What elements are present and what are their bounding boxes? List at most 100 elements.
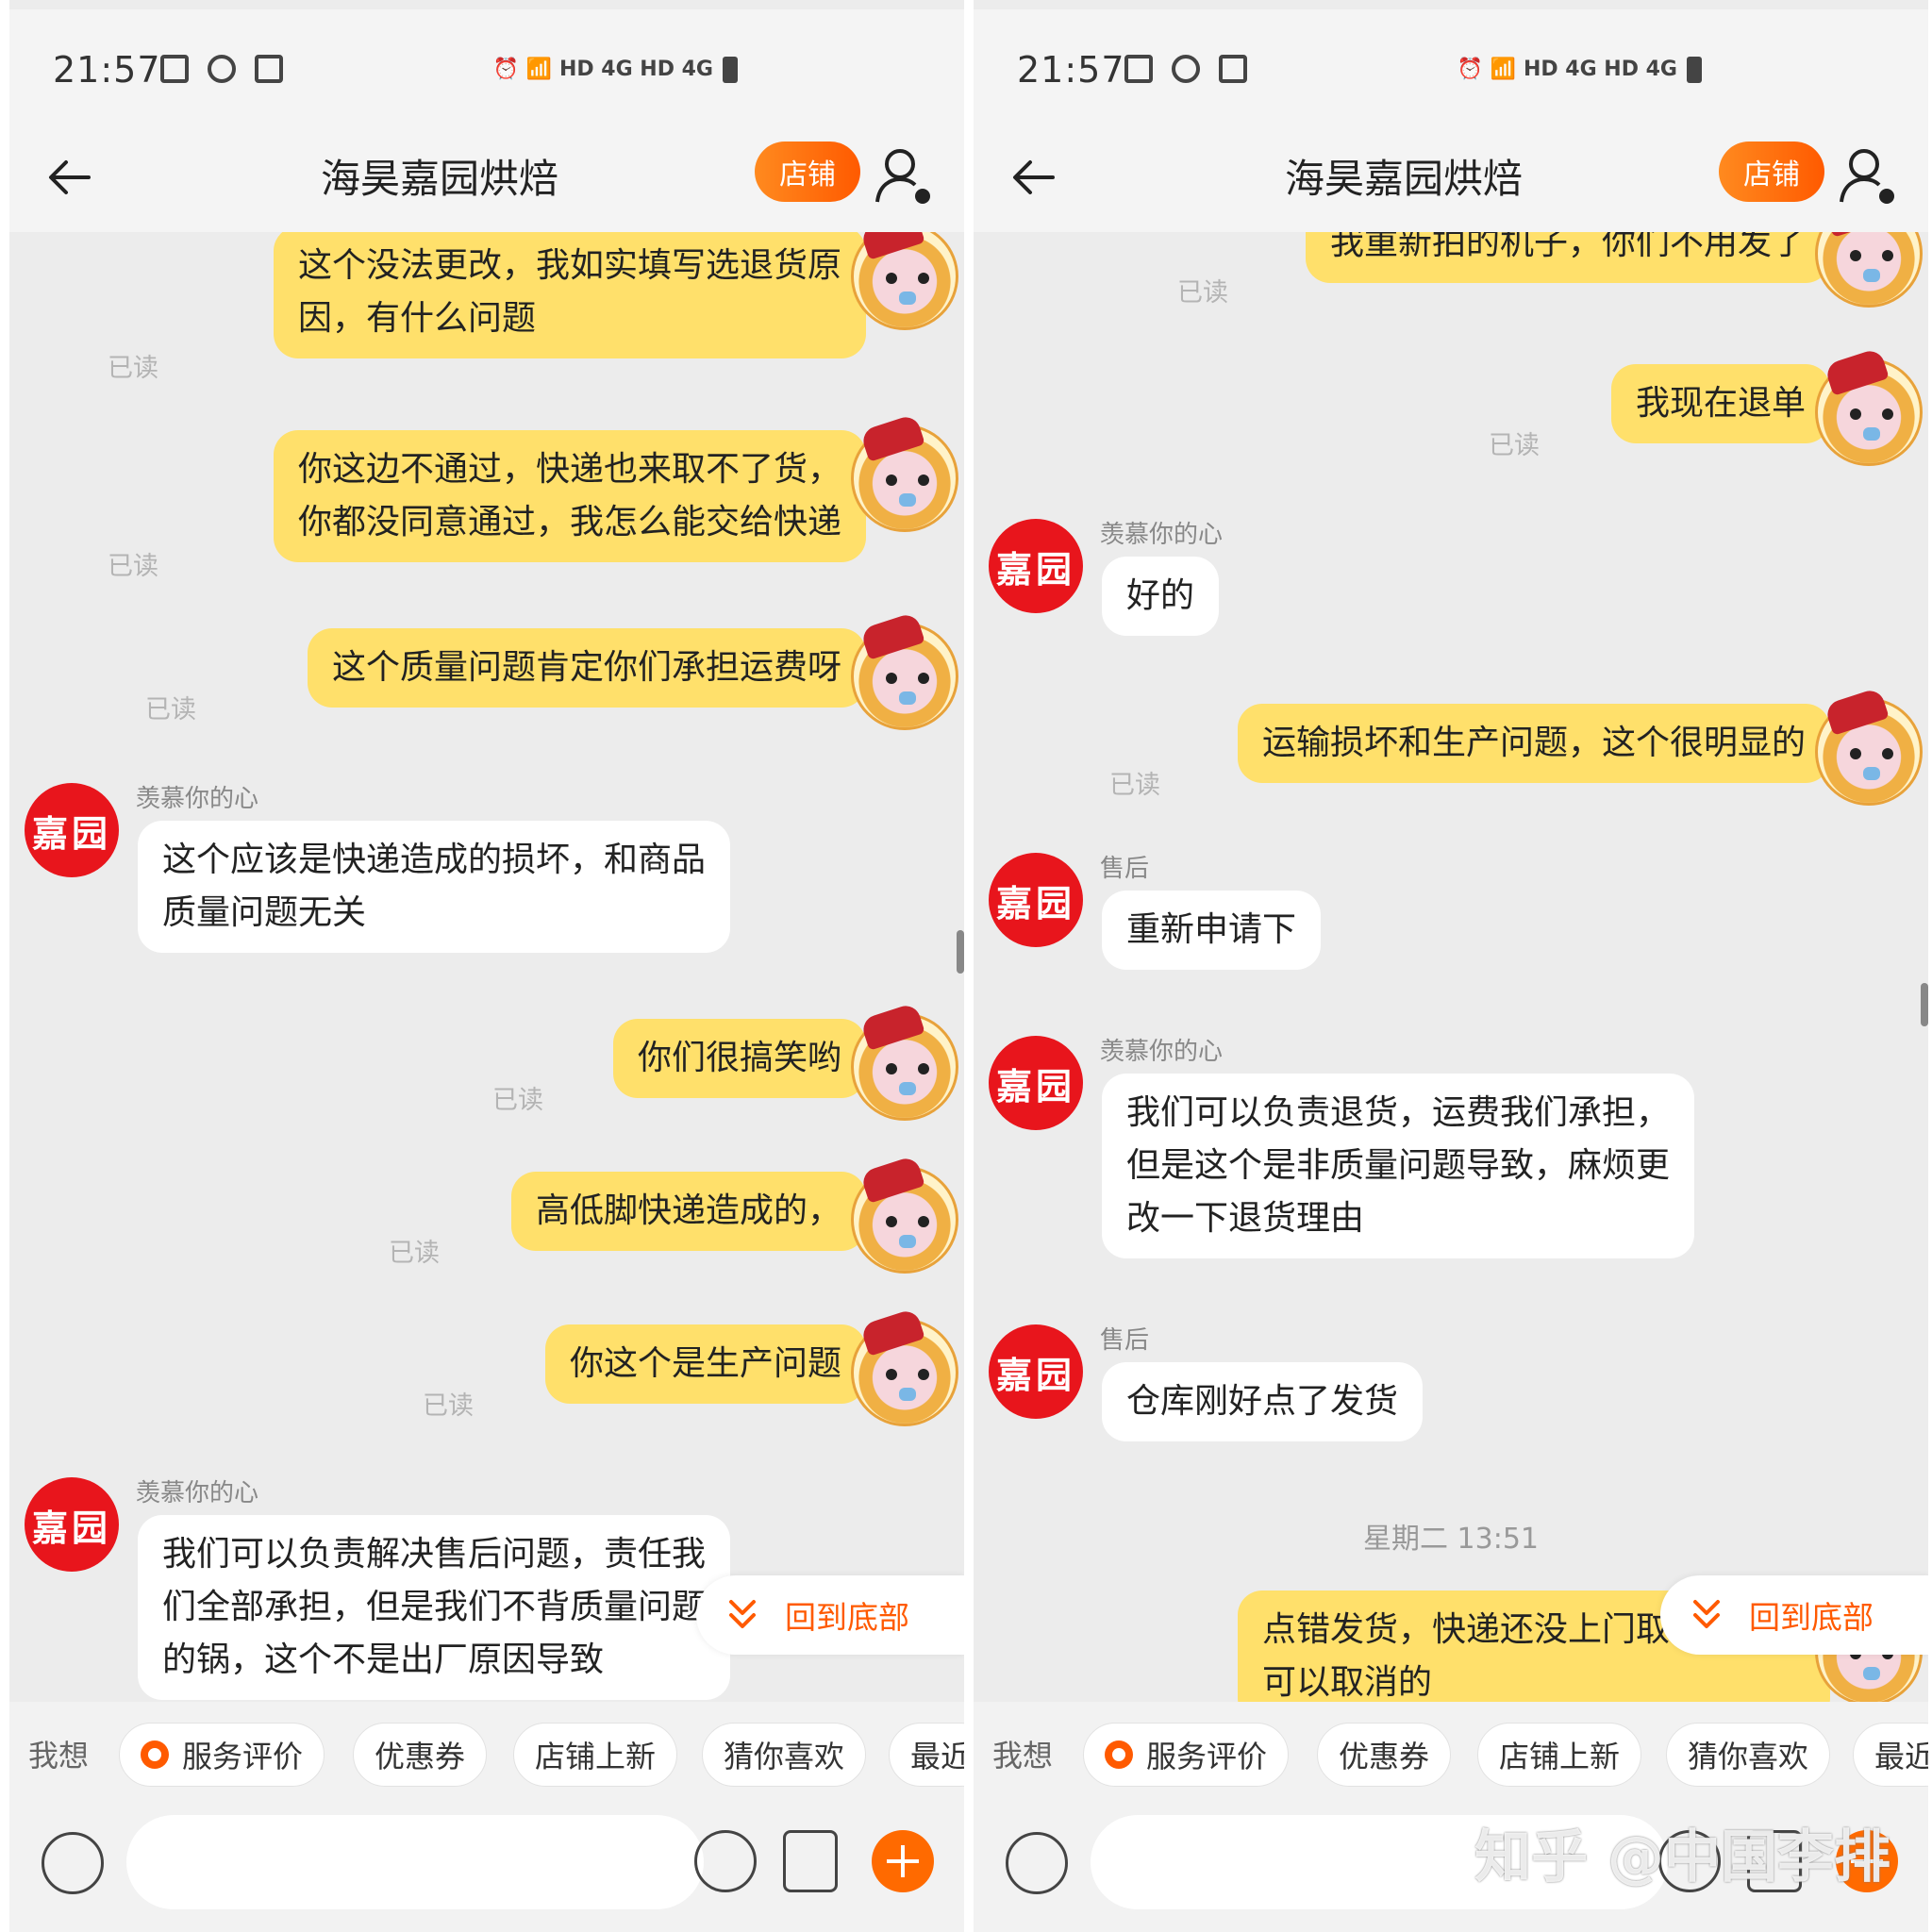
shop-avatar[interactable]: 嘉园 bbox=[25, 783, 119, 877]
status-signal: ⏰ 📶 HD 4G HD 4G bbox=[1457, 57, 1702, 83]
message-bubble-mine[interactable]: 这个没法更改，我如实填写选退货原 因，有什么问题 bbox=[273, 232, 866, 358]
chip-service-rating[interactable]: 服务评价 bbox=[119, 1723, 325, 1787]
chip-coupon[interactable]: 优惠券 bbox=[1317, 1723, 1452, 1787]
message-bubble-theirs[interactable]: 这个应该是快递造成的损坏，和商品 质量问题无关 bbox=[138, 821, 731, 953]
message-text: 的锅，这个不是出厂原因导致 bbox=[162, 1641, 605, 1679]
read-receipt: 已读 bbox=[1177, 278, 1228, 308]
message-bubble-mine[interactable]: 你这个是生产问题 bbox=[544, 1324, 866, 1404]
chat-screen-left: 21:57 ⏰ 📶 HD 4G HD 4G 海昊嘉园烘焙 店铺 已读 这个没法更… bbox=[9, 0, 964, 1932]
read-receipt: 已读 bbox=[423, 1391, 474, 1421]
qq-icon bbox=[1172, 55, 1200, 83]
shop-avatar[interactable]: 嘉园 bbox=[989, 1324, 1083, 1419]
chip-guess-you-like[interactable]: 猜你喜欢 bbox=[702, 1723, 867, 1787]
message-text: 我重新拍的机子，你们不用发了 bbox=[1329, 232, 1806, 262]
chevron-double-down-icon bbox=[1693, 1600, 1720, 1628]
voice-icon[interactable] bbox=[42, 1832, 104, 1894]
battery-icon bbox=[1687, 57, 1702, 83]
scrollbar-thumb[interactable] bbox=[957, 930, 964, 974]
read-receipt: 已读 bbox=[389, 1239, 440, 1268]
input-bar bbox=[9, 1806, 964, 1932]
read-receipt: 已读 bbox=[1489, 431, 1540, 460]
back-to-bottom-button[interactable]: 回到底部 bbox=[696, 1575, 964, 1655]
sender-name: 羡慕你的心 bbox=[1100, 521, 1224, 549]
chip-coupon[interactable]: 优惠券 bbox=[353, 1723, 488, 1787]
shop-avatar[interactable]: 嘉园 bbox=[25, 1477, 119, 1572]
quick-actions-bar: 我想 服务评价 优惠券 店铺上新 猜你喜欢 最近 bbox=[9, 1702, 964, 1806]
my-avatar[interactable] bbox=[851, 1155, 958, 1274]
message-bubble-mine[interactable]: 这个质量问题肯定你们承担运费呀 bbox=[307, 628, 866, 708]
message-text: 你这边不通过，快递也来取不了货， bbox=[297, 450, 841, 489]
message-bubble-mine[interactable]: 高低脚快递造成的， bbox=[510, 1172, 866, 1251]
shopping-bag-icon[interactable] bbox=[783, 1830, 838, 1892]
shop-avatar[interactable]: 嘉园 bbox=[989, 853, 1083, 947]
message-text: 质量问题无关 bbox=[162, 893, 367, 932]
message-bubble-theirs[interactable]: 我们可以负责解决售后问题，责任我 们全部承担，但是我们不背质量问题 的锅，这个不… bbox=[138, 1515, 731, 1700]
message-bubble-mine[interactable]: 你们很搞笑哟 bbox=[612, 1019, 866, 1098]
read-receipt: 已读 bbox=[108, 354, 158, 383]
message-text: 仓库刚好点了发货 bbox=[1126, 1382, 1399, 1421]
message-text: 你们很搞笑哟 bbox=[637, 1039, 841, 1077]
message-text: 你这个是生产问题 bbox=[569, 1344, 841, 1383]
shop-button[interactable]: 店铺 bbox=[1719, 142, 1824, 202]
qq-icon bbox=[208, 55, 236, 83]
message-text: 运输损坏和生产问题，这个很明显的 bbox=[1261, 724, 1806, 762]
my-avatar[interactable] bbox=[1815, 687, 1923, 806]
chip-recent[interactable]: 最近 bbox=[1853, 1723, 1928, 1787]
user-settings-icon[interactable] bbox=[870, 142, 938, 209]
chip-service-rating[interactable]: 服务评价 bbox=[1083, 1723, 1290, 1787]
scrollbar-thumb[interactable] bbox=[1921, 983, 1928, 1026]
message-input[interactable] bbox=[126, 1815, 704, 1909]
battery-icon bbox=[723, 57, 738, 83]
message-bubble-mine[interactable]: 你这边不通过，快递也来取不了货， 你都没同意通过，我怎么能交给快递 bbox=[273, 430, 866, 562]
message-bubble-theirs[interactable]: 好的 bbox=[1102, 557, 1220, 636]
my-avatar[interactable] bbox=[851, 611, 958, 730]
sender-name: 售后 bbox=[1100, 855, 1150, 883]
message-list[interactable]: 已读 我重新拍的机子，你们不用发了 已读 我现在退单 嘉园 羡慕你的心 好的 已… bbox=[974, 232, 1928, 1702]
shop-button[interactable]: 店铺 bbox=[755, 142, 860, 202]
status-notification-icons bbox=[160, 55, 283, 83]
quick-actions-bar: 我想 服务评价 优惠券 店铺上新 猜你喜欢 最近 bbox=[974, 1702, 1928, 1806]
chip-new-arrivals[interactable]: 店铺上新 bbox=[1477, 1723, 1642, 1787]
back-to-bottom-button[interactable]: 回到底部 bbox=[1660, 1575, 1928, 1655]
rating-icon bbox=[1105, 1740, 1133, 1769]
back-to-bottom-label: 回到底部 bbox=[1749, 1599, 1874, 1636]
sender-name: 羡慕你的心 bbox=[136, 785, 259, 813]
chip-new-arrivals[interactable]: 店铺上新 bbox=[513, 1723, 678, 1787]
chat-header: 海昊嘉园烘焙 店铺 bbox=[974, 123, 1928, 232]
my-avatar[interactable] bbox=[1815, 347, 1923, 466]
message-text: 我们可以负责退货，运费我们承担， bbox=[1126, 1093, 1671, 1132]
back-to-bottom-label: 回到底部 bbox=[785, 1599, 909, 1636]
shop-avatar[interactable]: 嘉园 bbox=[989, 1036, 1083, 1130]
message-text: 可以取消的 bbox=[1261, 1663, 1432, 1702]
message-bubble-mine[interactable]: 我现在退单 bbox=[1610, 364, 1830, 443]
message-text: 我们可以负责解决售后问题，责任我 bbox=[162, 1535, 707, 1574]
quick-actions-label: 我想 bbox=[992, 1738, 1054, 1774]
message-bubble-theirs[interactable]: 我们可以负责退货，运费我们承担， 但是这个是非质量问题导致，麻烦更 改一下退货理… bbox=[1102, 1074, 1695, 1258]
message-bubble-theirs[interactable]: 仓库刚好点了发货 bbox=[1102, 1362, 1424, 1441]
watermark: 知乎 @中国李排 bbox=[1474, 1824, 1890, 1890]
message-bubble-mine[interactable]: 我重新拍的机子，你们不用发了 bbox=[1305, 232, 1830, 283]
gallery-icon bbox=[1124, 55, 1153, 83]
my-avatar[interactable] bbox=[851, 232, 958, 330]
message-bubble-mine[interactable]: 运输损坏和生产问题，这个很明显的 bbox=[1237, 704, 1830, 783]
message-timestamp: 星期二 13:51 bbox=[1363, 1523, 1539, 1556]
chip-recent[interactable]: 最近 bbox=[889, 1723, 964, 1787]
plus-icon[interactable] bbox=[872, 1830, 934, 1892]
message-text: 高低脚快递造成的， bbox=[535, 1191, 841, 1230]
my-avatar[interactable] bbox=[1815, 232, 1923, 308]
message-text: 我现在退单 bbox=[1635, 384, 1806, 423]
my-avatar[interactable] bbox=[851, 413, 958, 532]
sender-name: 羡慕你的心 bbox=[1100, 1038, 1224, 1066]
message-list[interactable]: 已读 这个没法更改，我如实填写选退货原 因，有什么问题 已读 你这边不通过，快递… bbox=[9, 232, 964, 1702]
my-avatar[interactable] bbox=[851, 1307, 958, 1426]
user-settings-icon[interactable] bbox=[1834, 142, 1902, 209]
chevron-double-down-icon bbox=[729, 1600, 756, 1628]
message-bubble-theirs[interactable]: 重新申请下 bbox=[1102, 891, 1322, 970]
chip-guess-you-like[interactable]: 猜你喜欢 bbox=[1666, 1723, 1831, 1787]
voice-icon[interactable] bbox=[1006, 1832, 1068, 1894]
emoji-icon[interactable] bbox=[694, 1830, 757, 1892]
my-avatar[interactable] bbox=[851, 1002, 958, 1121]
read-receipt: 已读 bbox=[145, 695, 196, 724]
rating-icon bbox=[141, 1740, 169, 1769]
shop-avatar[interactable]: 嘉园 bbox=[989, 519, 1083, 613]
